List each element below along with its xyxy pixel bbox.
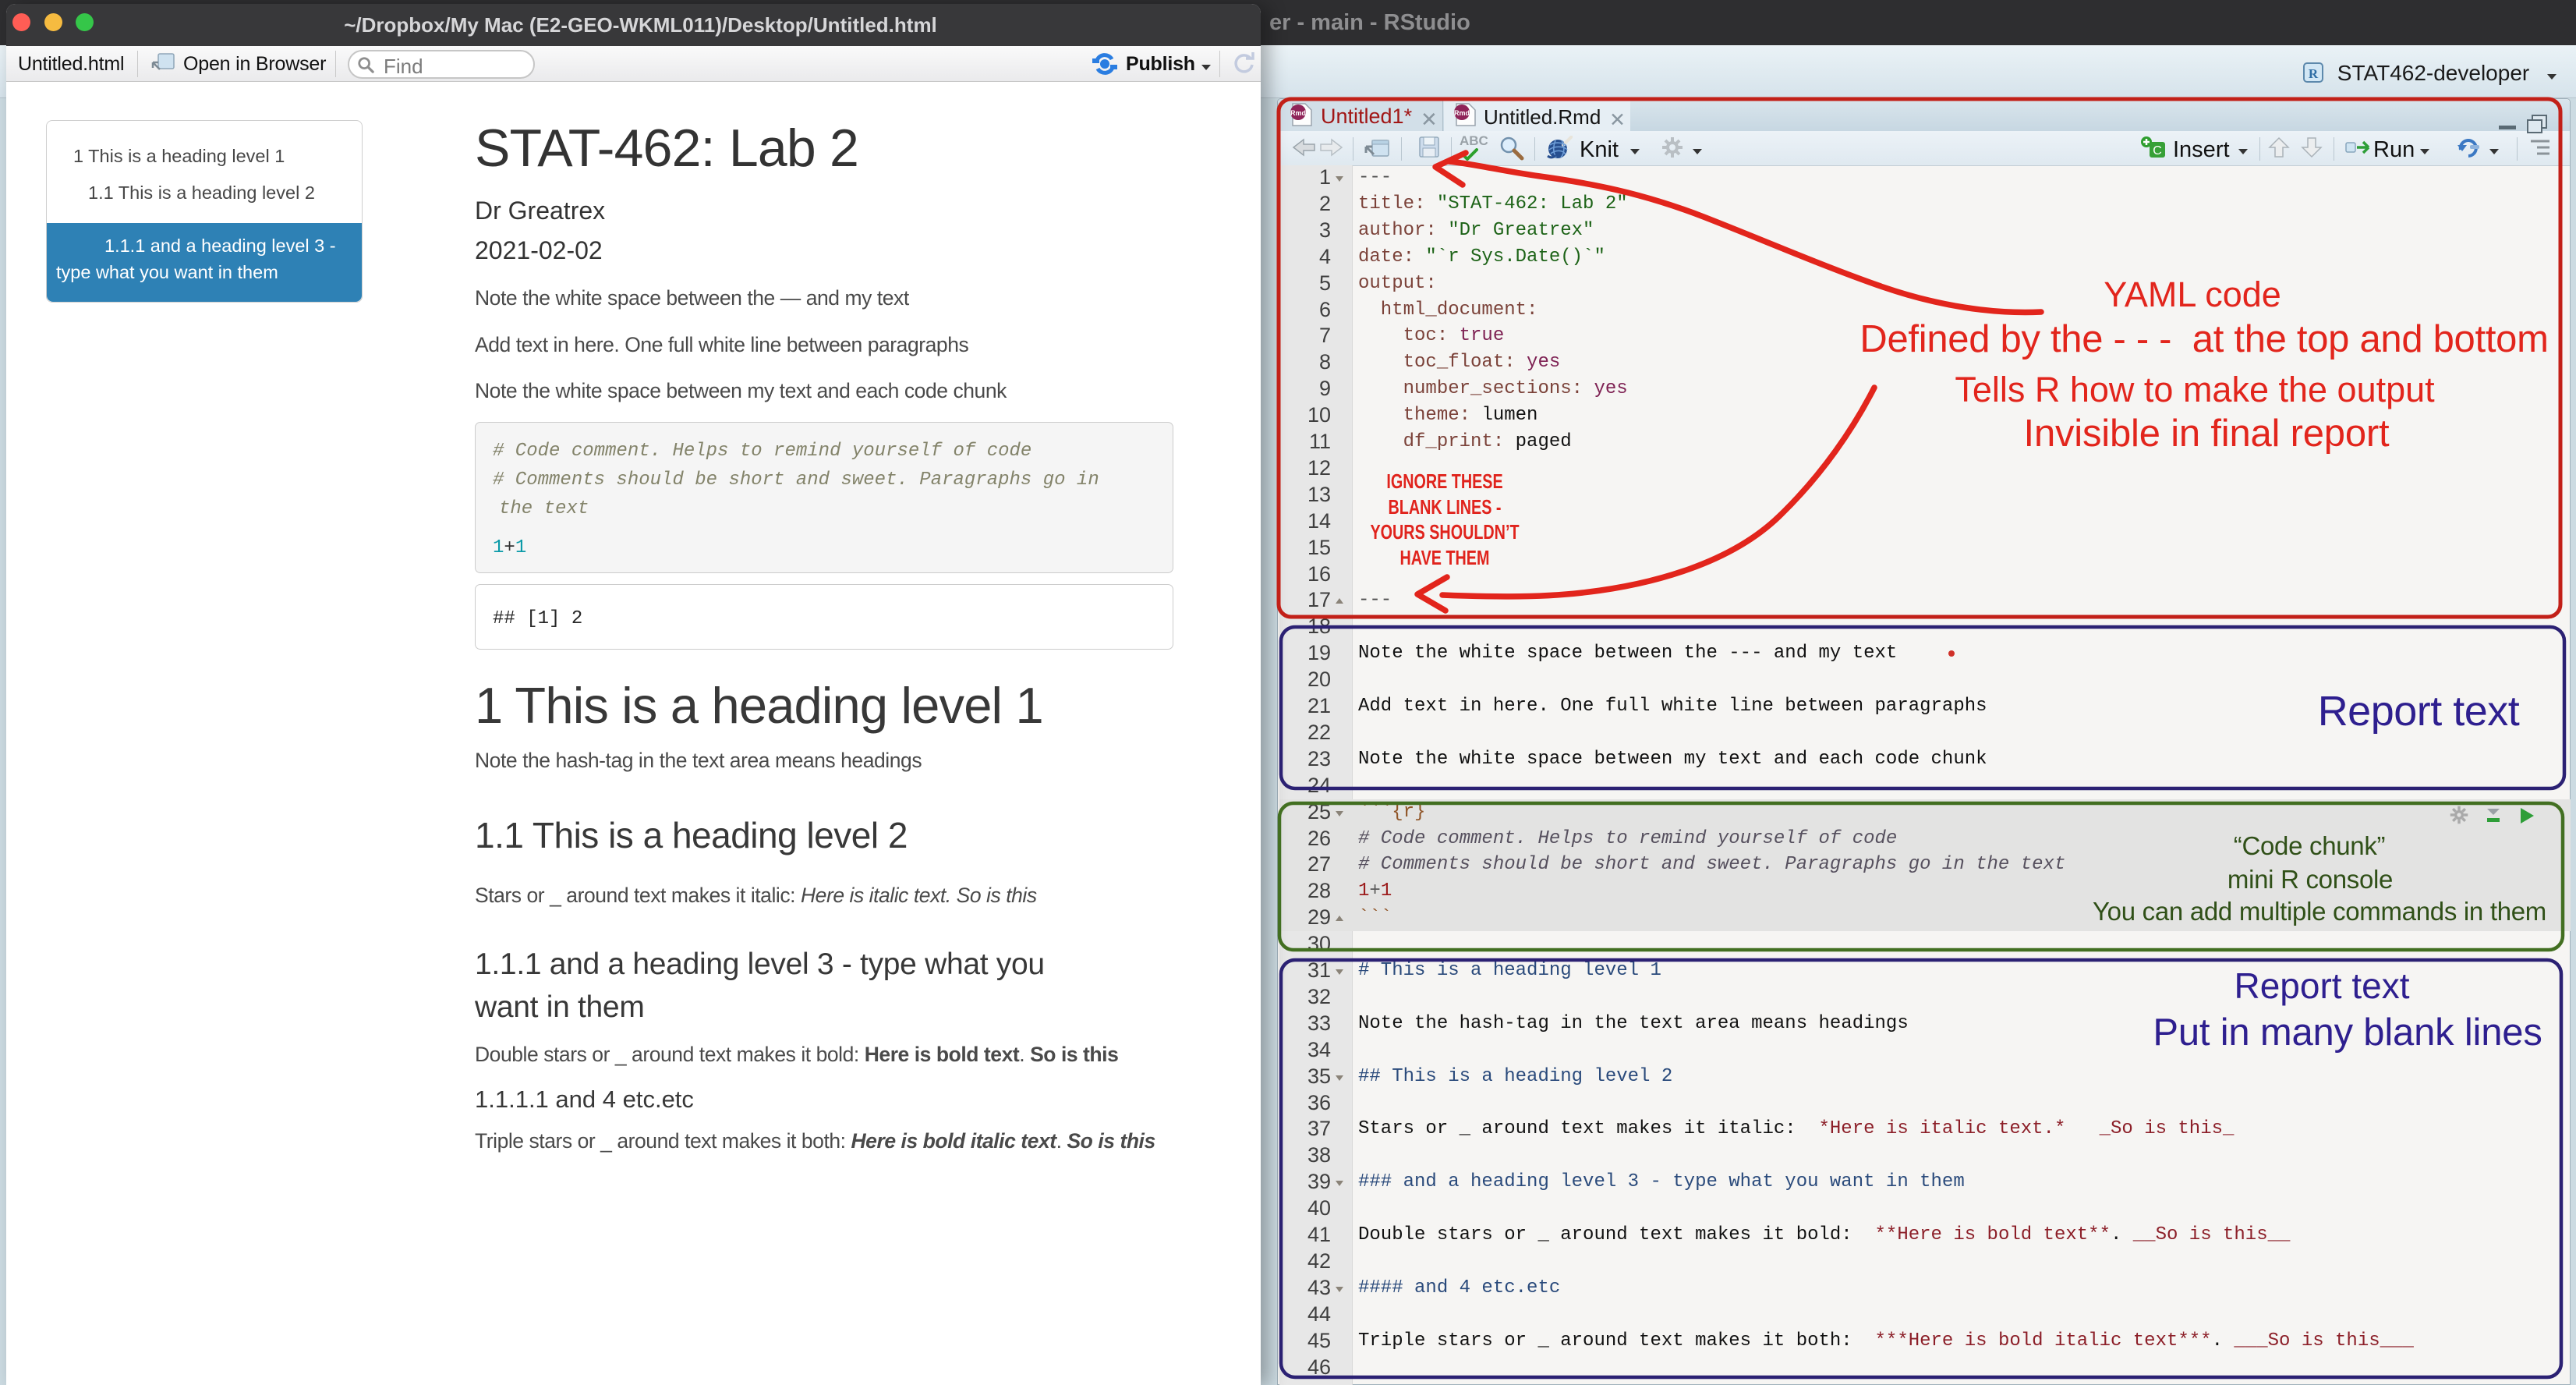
svg-text:Rmd: Rmd	[1290, 109, 1306, 117]
svg-text:Rmd: Rmd	[1454, 109, 1470, 117]
svg-text:C: C	[2153, 144, 2162, 158]
svg-text:R: R	[2309, 66, 2319, 81]
